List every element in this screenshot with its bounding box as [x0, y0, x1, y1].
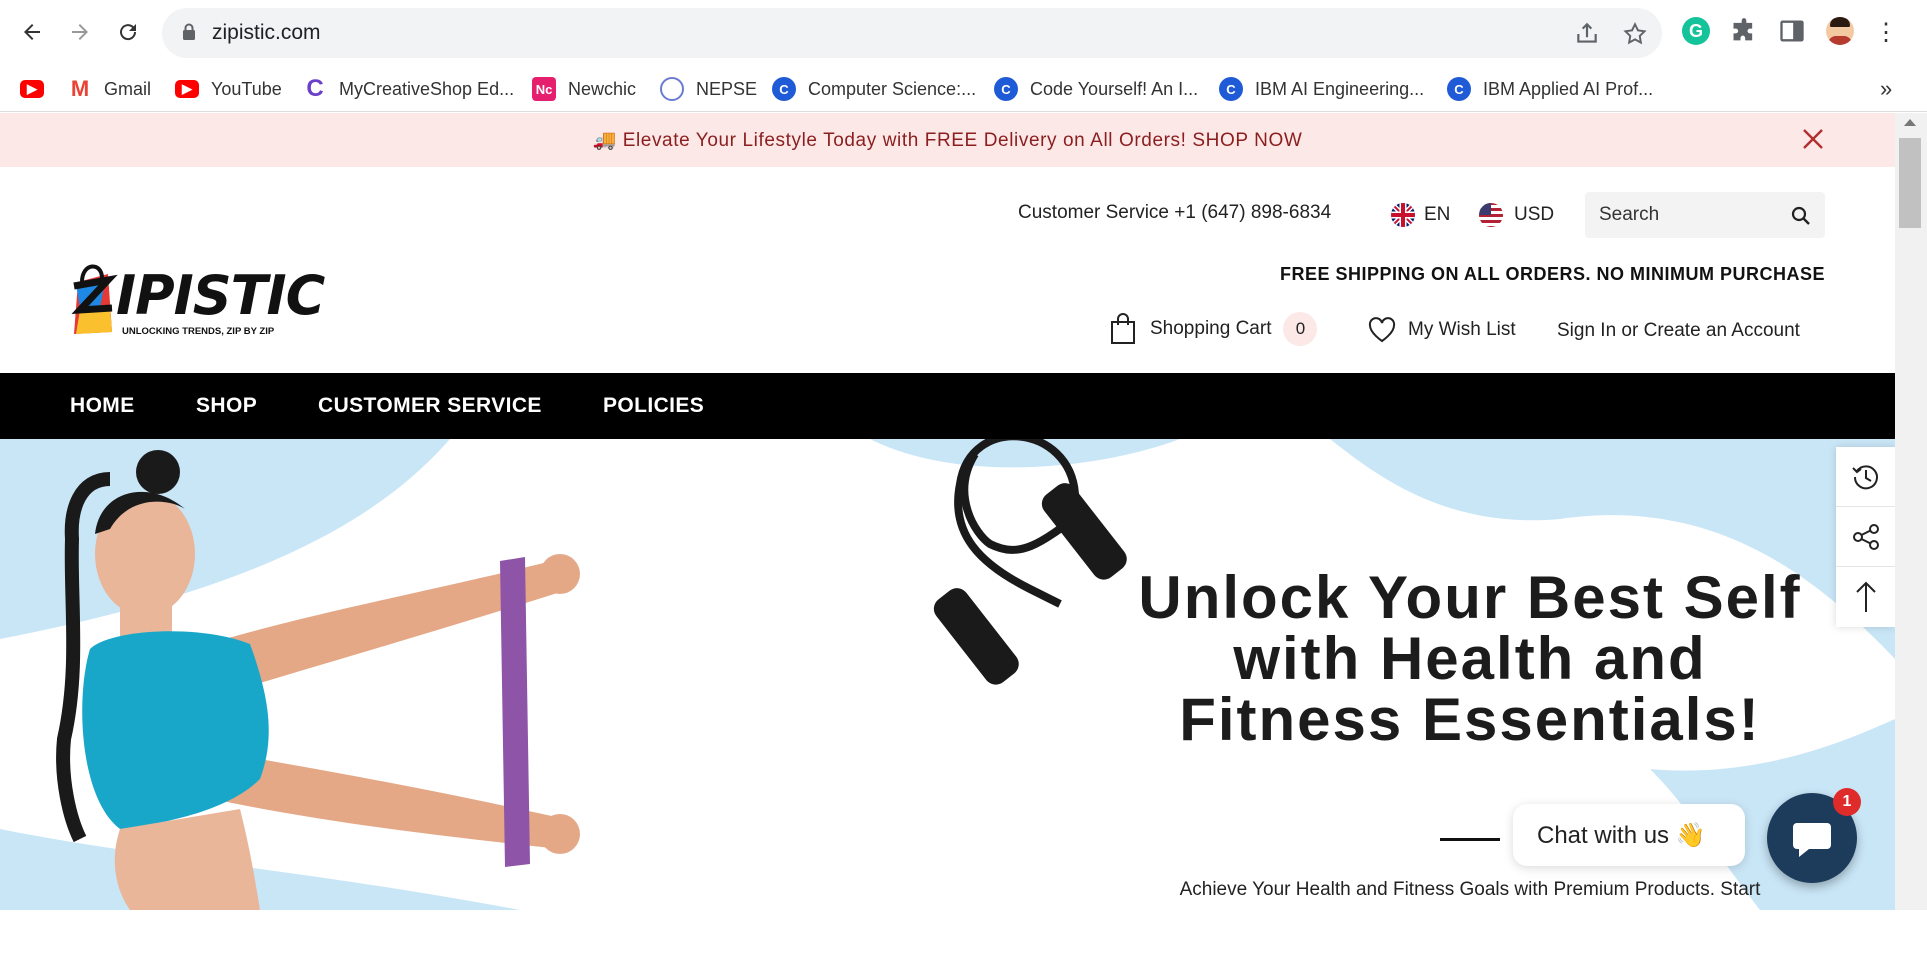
fitness-model-image: [56, 450, 580, 910]
share-nodes-icon: [1852, 523, 1879, 550]
us-flag-icon: [1479, 203, 1503, 227]
cart-count-badge: 0: [1283, 312, 1318, 346]
bookmark-ibm-applied-ai[interactable]: C IBM Applied AI Prof...: [1447, 74, 1653, 104]
extensions-icon[interactable]: [1730, 17, 1758, 45]
main-menu: HOME SHOP CUSTOMER SERVICE POLICIES: [0, 373, 1895, 439]
chat-prompt[interactable]: Chat with us 👋: [1513, 804, 1745, 866]
heart-icon: [1368, 317, 1396, 343]
bookmark-label: MyCreativeShop Ed...: [339, 78, 515, 99]
bookmark-computer-science[interactable]: C Computer Science:...: [772, 74, 976, 104]
shopping-bag-icon: [1111, 313, 1135, 344]
mycreativeshop-icon: C: [303, 75, 327, 102]
browser-toolbar: zipistic.com G ⋮: [0, 0, 1927, 66]
scroll-up-icon[interactable]: [1904, 119, 1916, 126]
announcement-text[interactable]: 🚚 Elevate Your Lifestyle Today with FREE…: [0, 128, 1895, 152]
logo-text: IPISTIC: [116, 264, 325, 327]
menu-item-policies[interactable]: POLICIES: [603, 394, 704, 418]
menu-item-customer-service[interactable]: CUSTOMER SERVICE: [318, 394, 542, 418]
coursera-icon: C: [1447, 77, 1471, 101]
language-label: EN: [1424, 204, 1451, 225]
coursera-icon: C: [1219, 77, 1243, 101]
bookmark-code-yourself[interactable]: C Code Yourself! An I...: [994, 74, 1198, 104]
site-logo[interactable]: IPISTIC UNLOCKING TRENDS, ZIP BY ZIP: [68, 252, 325, 342]
search-box: [1585, 192, 1825, 238]
sign-in-link[interactable]: Sign In or Create an Account: [1557, 320, 1800, 342]
hero-divider: [1440, 838, 1500, 841]
scroll-thumb[interactable]: [1899, 138, 1921, 228]
lock-icon: [183, 23, 195, 40]
announcement-bar: 🚚 Elevate Your Lifestyle Today with FREE…: [0, 113, 1895, 167]
bookmark-label: Gmail: [104, 78, 152, 99]
wishlist-label: My Wish List: [1408, 319, 1516, 340]
bookmark-nepse[interactable]: NEPSE: [660, 74, 757, 104]
back-to-top-button[interactable]: [1836, 567, 1895, 627]
newchic-icon: Nc: [532, 77, 556, 101]
bookmark-label: Code Yourself! An I...: [1030, 78, 1199, 99]
share-icon[interactable]: [1574, 21, 1600, 47]
side-panel-icon[interactable]: [1778, 17, 1806, 45]
logo-tagline: UNLOCKING TRENDS, ZIP BY ZIP: [122, 326, 275, 337]
search-icon[interactable]: [1791, 206, 1811, 226]
page-scrollbar[interactable]: [1895, 113, 1927, 910]
coursera-icon: C: [772, 77, 796, 101]
close-icon[interactable]: [1800, 126, 1826, 152]
chat-notification-badge: 1: [1833, 788, 1861, 816]
bookmark-label: NEPSE: [696, 78, 758, 99]
cart-label: Shopping Cart: [1150, 318, 1272, 339]
bookmark-mycreativeshop[interactable]: C MyCreativeShop Ed...: [303, 74, 514, 104]
shopping-cart-link[interactable]: Shopping Cart 0: [1110, 312, 1318, 346]
site-header: IPISTIC UNLOCKING TRENDS, ZIP BY ZIP Cus…: [0, 167, 1895, 373]
bookmark-label: Newchic: [568, 78, 637, 99]
back-icon[interactable]: [14, 14, 50, 50]
side-tools: [1836, 447, 1895, 627]
youtube-icon: ▶: [175, 80, 199, 98]
menu-item-home[interactable]: HOME: [70, 394, 135, 418]
arrow-up-icon: [1855, 581, 1876, 612]
bookmark-label: YouTube: [211, 78, 282, 99]
page-bottom-area: [0, 910, 1927, 955]
menu-item-shop[interactable]: SHOP: [196, 394, 257, 418]
bookmark-label: IBM AI Engineering...: [1255, 78, 1425, 99]
bookmark-label: IBM Applied AI Prof...: [1483, 78, 1654, 99]
reload-icon[interactable]: [110, 14, 146, 50]
bookmark-label: Computer Science:...: [808, 78, 977, 99]
share-button[interactable]: [1836, 507, 1895, 567]
language-selector[interactable]: EN: [1390, 202, 1450, 228]
hero-subtitle: Achieve Your Health and Fitness Goals wi…: [1179, 879, 1761, 900]
currency-label: USD: [1514, 204, 1555, 225]
address-bar[interactable]: zipistic.com: [162, 8, 1662, 58]
bookmark-youtube[interactable]: ▶ YouTube: [175, 74, 282, 104]
currency-selector[interactable]: USD: [1478, 202, 1554, 228]
forward-icon[interactable]: [62, 14, 98, 50]
uk-flag-icon: [1391, 203, 1415, 227]
customer-service-link[interactable]: Customer Service +1 (647) 898-6834: [1018, 202, 1331, 224]
profile-avatar[interactable]: [1826, 17, 1854, 45]
grammarly-icon[interactable]: G: [1682, 17, 1710, 45]
bookmarks-bar: ▶ M Gmail ▶ YouTube C MyCreativeShop Ed.…: [0, 66, 1927, 112]
bookmark-ibm-ai-engineering[interactable]: C IBM AI Engineering...: [1219, 74, 1424, 104]
wishlist-link[interactable]: My Wish List: [1368, 317, 1516, 343]
recently-viewed-button[interactable]: [1836, 447, 1895, 507]
hero-title: Unlock Your Best Self with Health and Fi…: [1138, 564, 1802, 753]
coursera-icon: C: [994, 77, 1018, 101]
bookmark-gmail[interactable]: M Gmail: [68, 74, 151, 104]
bookmark-youtube-shortcut[interactable]: ▶: [20, 74, 56, 104]
bookmark-newchic[interactable]: Nc Newchic: [532, 74, 636, 104]
url-text[interactable]: zipistic.com: [212, 21, 321, 45]
bookmarks-overflow-button[interactable]: »: [1880, 74, 1892, 104]
history-icon: [1851, 464, 1878, 489]
browser-menu-icon[interactable]: ⋮: [1868, 14, 1904, 50]
nepse-icon: [660, 77, 684, 101]
youtube-icon: ▶: [20, 80, 44, 98]
search-input[interactable]: [1599, 202, 1779, 228]
free-shipping-notice: FREE SHIPPING ON ALL ORDERS. NO MINIMUM …: [1279, 264, 1825, 284]
gmail-icon: M: [68, 76, 92, 101]
bookmark-star-icon[interactable]: [1622, 21, 1648, 47]
